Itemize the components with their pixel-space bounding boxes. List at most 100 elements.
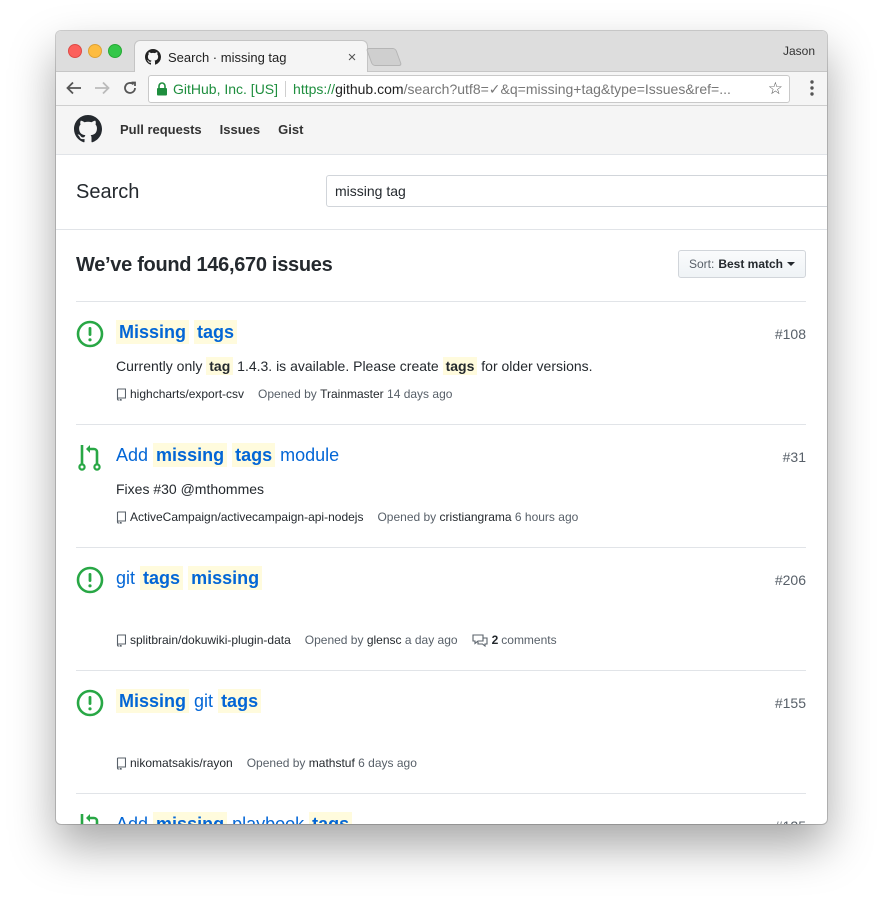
title-text: module xyxy=(280,445,340,465)
description-text: 1.4.3. is available. Please create xyxy=(233,358,443,374)
sort-label: Sort: xyxy=(688,257,715,271)
zoom-window-button[interactable] xyxy=(108,44,122,58)
reload-icon[interactable] xyxy=(120,78,140,98)
results-header: We’ve found 146,670 issues Sort: Best ma… xyxy=(76,230,806,302)
results-list: We’ve found 146,670 issues Sort: Best ma… xyxy=(76,230,806,824)
timestamp: a day ago xyxy=(404,633,458,647)
lock-icon xyxy=(157,82,167,96)
highlighted-term: Missing xyxy=(116,320,190,344)
highlighted-term: tags xyxy=(194,320,238,344)
browser-toolbar: GitHub, Inc. [US] https://github.com/sea… xyxy=(56,72,827,106)
description-text: for older versions. xyxy=(477,358,593,374)
timestamp: 14 days ago xyxy=(387,387,453,401)
highlighted-term: missing xyxy=(188,566,263,590)
pull-request-icon xyxy=(78,445,101,471)
tab-bar: Search · missing tag × Jason xyxy=(56,31,827,73)
repo-link[interactable]: ActiveCampaign/activecampaign-api-nodejs xyxy=(130,510,363,524)
new-tab-button[interactable] xyxy=(365,48,403,66)
result-title-link[interactable]: Missing git tags xyxy=(116,689,262,713)
repo-icon xyxy=(116,510,126,524)
minimize-window-button[interactable] xyxy=(88,44,102,58)
result-row: Add missing tags module #31 Fixes #30 @mth… xyxy=(76,425,806,548)
repo-link[interactable]: splitbrain/dokuwiki-plugin-data xyxy=(130,633,291,647)
result-title-link[interactable]: Missing tags xyxy=(116,320,238,344)
result-description: Fixes #30 @mthommes xyxy=(116,481,264,497)
author-link[interactable]: mathstuf xyxy=(309,756,355,770)
issue-opened-icon xyxy=(76,689,104,717)
search-heading: Search xyxy=(76,181,140,203)
result-title-link[interactable]: Add missing playbook tags xyxy=(116,812,353,824)
timestamp: 6 days ago xyxy=(358,756,417,770)
opened-by-label: Opened by xyxy=(377,510,437,524)
tab-title: Search · missing tag xyxy=(168,49,287,65)
author-link[interactable]: glensc xyxy=(367,633,402,647)
github-favicon-icon xyxy=(145,49,161,65)
issue-number: #155 xyxy=(774,695,806,711)
nav-gist[interactable]: Gist xyxy=(278,122,303,137)
result-description: Currently only tag 1.4.3. is available. … xyxy=(116,357,593,375)
nav-issues[interactable]: Issues xyxy=(220,122,260,137)
comments-label: comments xyxy=(501,633,557,647)
results-count: We’ve found 146,670 issues xyxy=(76,254,333,276)
issue-number: #108 xyxy=(774,326,806,342)
result-title-link[interactable]: Add missing tags module xyxy=(116,443,340,467)
highlighted-term: missing xyxy=(153,443,228,467)
author-link[interactable]: Trainmaster xyxy=(320,387,384,401)
issue-number: #31 xyxy=(782,449,806,465)
menu-dots-icon[interactable] xyxy=(809,79,815,97)
comment-icon xyxy=(472,633,488,647)
search-input[interactable] xyxy=(326,175,827,207)
result-meta: ActiveCampaign/activecampaign-api-nodejs… xyxy=(116,510,578,524)
title-text: playbook xyxy=(232,814,305,824)
result-meta: highcharts/export-csv Opened by Trainmast… xyxy=(116,387,452,401)
close-window-button[interactable] xyxy=(68,44,82,58)
sort-value: Best match xyxy=(718,257,783,271)
result-title-link[interactable]: git tags missing xyxy=(116,566,263,590)
url-path: /search?utf8=✓&q=missing+tag&type=Issues… xyxy=(403,80,731,97)
result-row: Add missing playbook tags#125I believe t… xyxy=(76,794,806,824)
repo-icon xyxy=(116,387,126,401)
opened-by-label: Opened by xyxy=(304,633,364,647)
highlighted-term: missing xyxy=(153,812,228,824)
timestamp: 6 hours ago xyxy=(514,510,579,524)
result-meta: nikomatsakis/rayon Opened by mathstuf 6 d… xyxy=(116,756,417,770)
back-arrow-icon[interactable] xyxy=(64,78,84,98)
comments-link[interactable]: 2 comments xyxy=(472,633,557,647)
highlighted-term: tag xyxy=(206,357,234,375)
repo-link[interactable]: highcharts/export-csv xyxy=(130,387,244,401)
forward-arrow-icon[interactable] xyxy=(92,78,112,98)
highlighted-term: tags xyxy=(140,566,184,590)
result-row: Missing tags #108 Currently only tag 1.4.3… xyxy=(76,302,806,425)
opened-by-label: Opened by xyxy=(246,756,306,770)
comments-count: 2 xyxy=(491,633,499,647)
issue-number: #206 xyxy=(774,572,806,588)
header-nav: Pull requests Issues Gist xyxy=(120,122,321,137)
issue-opened-icon xyxy=(76,566,104,594)
browser-tab[interactable]: Search · missing tag × xyxy=(134,40,368,73)
chevron-down-icon xyxy=(787,262,795,266)
title-text: Add xyxy=(116,814,149,824)
highlighted-term: Missing xyxy=(116,689,190,713)
github-header: Pull requests Issues Gist xyxy=(56,106,827,155)
nav-pull-requests[interactable]: Pull requests xyxy=(120,122,202,137)
url-host: github.com xyxy=(335,81,404,97)
close-icon[interactable]: × xyxy=(345,49,359,66)
star-icon[interactable]: ☆ xyxy=(768,79,783,99)
repo-link[interactable]: nikomatsakis/rayon xyxy=(130,756,233,770)
author-link[interactable]: cristiangrama xyxy=(440,510,512,524)
title-text: git xyxy=(194,691,214,711)
sort-button[interactable]: Sort: Best match xyxy=(677,250,806,278)
profile-name[interactable]: Jason xyxy=(783,44,815,58)
url-scheme: https:// xyxy=(293,81,336,97)
highlighted-term: tags xyxy=(442,357,478,375)
result-row: git tags missing #206 splitbrain/dokuwiki-… xyxy=(76,548,806,671)
pull-request-icon xyxy=(80,814,99,824)
github-logo-icon[interactable] xyxy=(74,115,102,143)
result-meta: splitbrain/dokuwiki-plugin-data Opened by… xyxy=(116,633,557,647)
description-text: Fixes #30 @mthommes xyxy=(116,481,265,497)
opened-by-label: Opened by xyxy=(258,387,317,401)
address-bar[interactable]: GitHub, Inc. [US] https://github.com/sea… xyxy=(148,75,790,103)
browser-window: Search · missing tag × Jason GitHub, Inc… xyxy=(56,31,827,824)
highlighted-term: tags xyxy=(309,812,353,824)
result-items: Missing tags #108 Currently only tag 1.4.3… xyxy=(76,302,806,824)
